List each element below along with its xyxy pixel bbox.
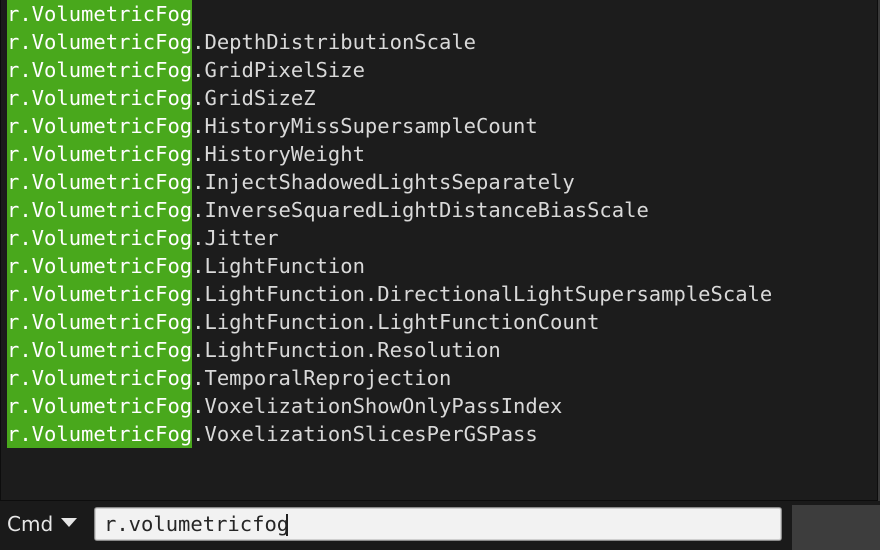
text-cursor [286, 514, 288, 536]
command-bar-spacer [792, 505, 880, 550]
suggestion-item[interactable]: r.VolumetricFog.Jitter [7, 224, 772, 252]
suggestion-remainder: .VoxelizationShowOnlyPassIndex [192, 394, 563, 418]
suggestion-item[interactable]: r.VolumetricFog.HistoryMissSupersampleCo… [7, 112, 772, 140]
suggestion-remainder: .LightFunction.LightFunctionCount [192, 310, 600, 334]
suggestion-item[interactable]: r.VolumetricFog.VoxelizationShowOnlyPass… [7, 392, 772, 420]
suggestion-match-highlight: r.VolumetricFog [7, 112, 193, 140]
suggestion-match-highlight: r.VolumetricFog [7, 84, 193, 112]
suggestion-item[interactable]: r.VolumetricFog [7, 0, 772, 28]
suggestion-match-highlight: r.VolumetricFog [7, 364, 193, 392]
console-command-input[interactable]: r.volumetricfog [94, 507, 782, 541]
suggestion-remainder: .LightFunction.Resolution [192, 338, 501, 362]
command-mode-label: Cmd [7, 512, 54, 536]
suggestion-remainder: .InjectShadowedLightsSeparately [192, 170, 575, 194]
suggestion-item[interactable]: r.VolumetricFog.LightFunction.Resolution [7, 336, 772, 364]
suggestion-match-highlight: r.VolumetricFog [7, 56, 193, 84]
suggestion-item[interactable]: r.VolumetricFog.LightFunction [7, 252, 772, 280]
suggestion-remainder: .DepthDistributionScale [192, 30, 477, 54]
autocomplete-suggestion-list: r.VolumetricFog r.VolumetricFog.DepthDist… [7, 0, 772, 448]
suggestion-match-highlight: r.VolumetricFog [7, 420, 193, 448]
suggestion-item[interactable]: r.VolumetricFog.InjectShadowedLightsSepa… [7, 168, 772, 196]
suggestion-remainder: .InverseSquaredLightDistanceBiasScale [192, 198, 649, 222]
suggestion-item[interactable]: r.VolumetricFog.InverseSquaredLightDista… [7, 196, 772, 224]
suggestion-item[interactable]: r.VolumetricFog.LightFunction.LightFunct… [7, 308, 772, 336]
suggestion-match-highlight: r.VolumetricFog [7, 280, 193, 308]
suggestion-item[interactable]: r.VolumetricFog.DepthDistributionScale [7, 28, 772, 56]
suggestion-match-highlight: r.VolumetricFog [7, 168, 193, 196]
suggestion-match-highlight: r.VolumetricFog [7, 196, 193, 224]
console-command-input-value: r.volumetricfog [104, 512, 290, 536]
suggestion-item[interactable]: r.VolumetricFog.GridPixelSize [7, 56, 772, 84]
suggestion-match-highlight: r.VolumetricFog [7, 28, 193, 56]
suggestion-match-highlight: r.VolumetricFog [7, 0, 193, 28]
console-output-panel: r.VolumetricFog r.VolumetricFog.DepthDist… [0, 0, 878, 501]
suggestion-remainder: .GridPixelSize [192, 58, 365, 82]
suggestion-remainder: .HistoryMissSupersampleCount [192, 114, 538, 138]
command-mode-selector[interactable]: Cmd [7, 509, 53, 539]
suggestion-item[interactable]: r.VolumetricFog.VoxelizationSlicesPerGSP… [7, 420, 772, 448]
suggestion-remainder: .Jitter [192, 226, 279, 250]
suggestion-remainder: .LightFunction [192, 254, 365, 278]
chevron-down-icon[interactable] [61, 518, 77, 527]
suggestion-remainder: .TemporalReprojection [192, 366, 452, 390]
suggestion-match-highlight: r.VolumetricFog [7, 224, 193, 252]
suggestion-match-highlight: r.VolumetricFog [7, 392, 193, 420]
suggestion-match-highlight: r.VolumetricFog [7, 308, 193, 336]
suggestion-match-highlight: r.VolumetricFog [7, 140, 193, 168]
suggestion-item[interactable]: r.VolumetricFog.TemporalReprojection [7, 364, 772, 392]
suggestion-match-highlight: r.VolumetricFog [7, 336, 193, 364]
suggestion-remainder: .GridSizeZ [192, 86, 316, 110]
suggestion-item[interactable]: r.VolumetricFog.GridSizeZ [7, 84, 772, 112]
suggestion-item[interactable]: r.VolumetricFog.HistoryWeight [7, 140, 772, 168]
suggestion-item[interactable]: r.VolumetricFog.LightFunction.Directiona… [7, 280, 772, 308]
suggestion-remainder: .VoxelizationSlicesPerGSPass [192, 422, 538, 446]
suggestion-match-highlight: r.VolumetricFog [7, 252, 193, 280]
suggestion-remainder: .HistoryWeight [192, 142, 365, 166]
suggestion-remainder: .LightFunction.DirectionalLightSupersamp… [192, 282, 773, 306]
